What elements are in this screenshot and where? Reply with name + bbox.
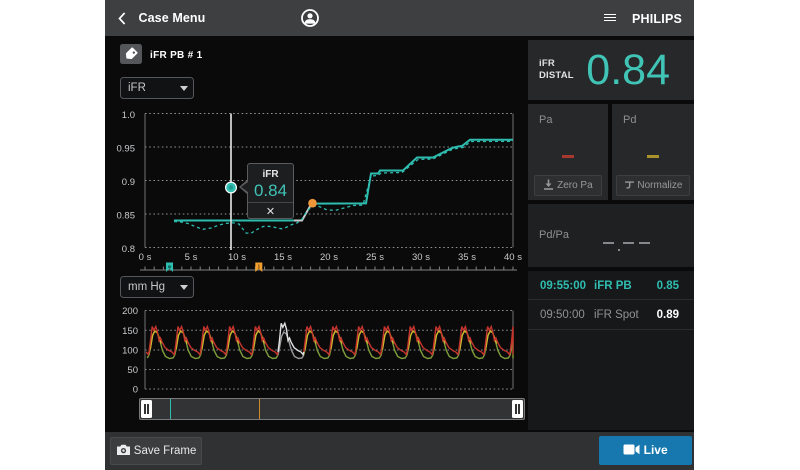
- svg-text:40 s: 40 s: [504, 252, 522, 263]
- svg-text:0.85: 0.85: [117, 211, 136, 222]
- svg-text:10 s: 10 s: [228, 252, 246, 263]
- svg-text:0.95: 0.95: [117, 144, 136, 155]
- svg-text:20 s: 20 s: [320, 252, 338, 263]
- svg-text:30 s: 30 s: [412, 252, 430, 263]
- svg-text:0.8: 0.8: [122, 244, 135, 255]
- svg-text:200: 200: [122, 306, 138, 317]
- svg-text:0: 0: [133, 385, 138, 396]
- svg-text:35 s: 35 s: [458, 252, 476, 263]
- svg-text:0.9: 0.9: [122, 177, 135, 188]
- svg-text:15 s: 15 s: [274, 252, 292, 263]
- svg-text:0 s: 0 s: [139, 252, 152, 263]
- svg-text:25 s: 25 s: [366, 252, 384, 263]
- svg-text:1.0: 1.0: [122, 110, 135, 121]
- svg-text:5 s: 5 s: [185, 252, 198, 263]
- svg-text:50: 50: [127, 365, 138, 376]
- svg-text:100: 100: [122, 346, 138, 357]
- svg-text:150: 150: [122, 326, 138, 337]
